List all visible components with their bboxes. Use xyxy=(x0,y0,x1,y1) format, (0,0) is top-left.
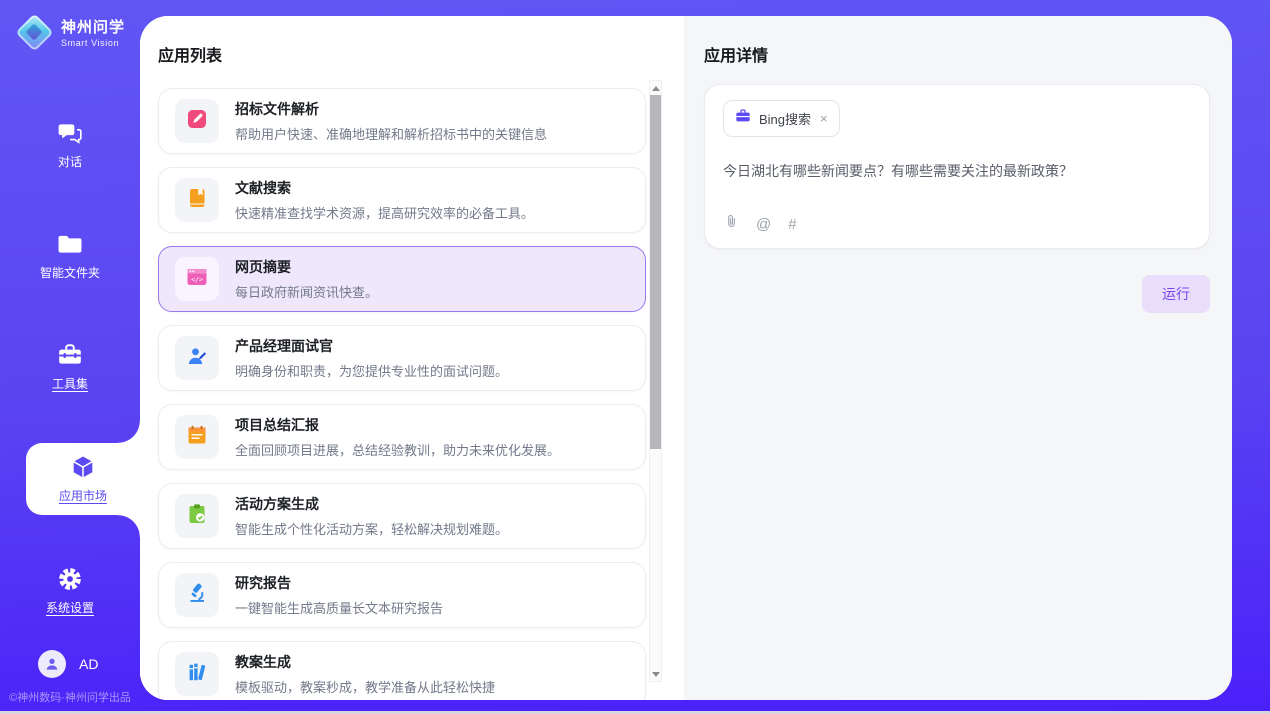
app-card-event-plan[interactable]: 活动方案生成 智能生成个性化活动方案，轻松解决规划难题。 xyxy=(158,483,646,549)
app-icon-tile xyxy=(175,573,219,617)
sidebar-item-settings[interactable]: 系统设置 xyxy=(0,556,140,626)
toolbox-icon xyxy=(57,342,83,368)
app-desc: 模板驱动，教案秒成，教学准备从此轻松快捷 xyxy=(235,677,495,696)
edit-square-icon xyxy=(185,107,209,136)
app-name: 研究报告 xyxy=(235,573,443,593)
briefcase-icon xyxy=(735,108,751,129)
cube-icon xyxy=(70,454,96,480)
sidebar-item-app-market[interactable]: 应用市场 xyxy=(26,443,140,515)
svg-text:</>: </> xyxy=(191,275,203,283)
sidebar-item-label: 对话 xyxy=(58,153,82,170)
books-icon xyxy=(185,660,209,689)
sidebar-item-label: 系统设置 xyxy=(46,599,94,616)
gear-icon xyxy=(57,566,83,592)
app-desc: 一键智能生成高质量长文本研究报告 xyxy=(235,598,443,617)
sidebar-item-label: 工具集 xyxy=(52,375,88,392)
user-initials: AD xyxy=(79,656,98,672)
mention-icon[interactable]: @ xyxy=(756,216,771,233)
app-detail-pane: 应用详情 Bing搜索 × 今日湖北有哪些新闻要点？有哪些需要关注的最新政策？ … xyxy=(684,16,1232,700)
app-icon-tile xyxy=(175,415,219,459)
query-text[interactable]: 今日湖北有哪些新闻要点？有哪些需要关注的最新政策？ xyxy=(723,161,1191,181)
app-icon-tile xyxy=(175,652,219,696)
app-card-lesson-plan[interactable]: 教案生成 模板驱动，教案秒成，教学准备从此轻松快捷 xyxy=(158,641,646,700)
book-icon xyxy=(185,186,209,215)
avatar xyxy=(38,650,66,678)
bing-search-tag[interactable]: Bing搜索 × xyxy=(723,100,840,137)
browser-code-icon: </> xyxy=(185,265,209,294)
app-list-title: 应用列表 xyxy=(158,42,684,66)
brand-logo: 神州问学 Smart Vision xyxy=(0,0,140,50)
hashtag-icon[interactable]: # xyxy=(788,216,796,233)
app-list-pane: 应用列表 招标文件解析 帮助用户快速、准确地理解和解析招标书中的关键信息 xyxy=(140,16,684,700)
app-name: 文献搜索 xyxy=(235,178,534,198)
scrollbar-thumb[interactable] xyxy=(650,95,661,449)
person-writing-icon xyxy=(185,344,209,373)
app-desc: 智能生成个性化活动方案，轻松解决规划难题。 xyxy=(235,519,508,538)
app-card-project-summary[interactable]: 项目总结汇报 全面回顾项目进展，总结经验教训，助力未来优化发展。 xyxy=(158,404,646,470)
brand-name: 神州问学 xyxy=(61,16,125,37)
main-content: 应用列表 招标文件解析 帮助用户快速、准确地理解和解析招标书中的关键信息 xyxy=(140,16,1232,700)
sidebar-nav: 对话 智能文件夹 工具集 应用市场 系统设置 xyxy=(0,110,140,667)
microscope-icon xyxy=(185,581,209,610)
query-editor-card[interactable]: Bing搜索 × 今日湖北有哪些新闻要点？有哪些需要关注的最新政策？ @ # xyxy=(704,84,1210,249)
close-icon[interactable]: × xyxy=(820,111,828,126)
scroll-down-arrow-icon[interactable] xyxy=(650,667,661,681)
app-icon-tile xyxy=(175,99,219,143)
folder-icon xyxy=(57,231,83,257)
sidebar-item-smart-folder[interactable]: 智能文件夹 xyxy=(0,221,140,291)
attachment-icon[interactable] xyxy=(724,213,739,235)
app-name: 招标文件解析 xyxy=(235,99,547,119)
sidebar-item-toolset[interactable]: 工具集 xyxy=(0,332,140,402)
app-desc: 帮助用户快速、准确地理解和解析招标书中的关键信息 xyxy=(235,124,547,143)
app-icon-tile: </> xyxy=(175,257,219,301)
app-name: 活动方案生成 xyxy=(235,494,508,514)
chat-icon xyxy=(57,120,83,146)
editor-toolbar: @ # xyxy=(724,213,797,235)
app-card-research-report[interactable]: 研究报告 一键智能生成高质量长文本研究报告 xyxy=(158,562,646,628)
app-name: 项目总结汇报 xyxy=(235,415,560,435)
app-card-bid-parse[interactable]: 招标文件解析 帮助用户快速、准确地理解和解析招标书中的关键信息 xyxy=(158,88,646,154)
scroll-up-arrow-icon[interactable] xyxy=(650,81,661,95)
app-icon-tile xyxy=(175,336,219,380)
brand-subtitle: Smart Vision xyxy=(61,38,125,48)
sidebar-item-label: 应用市场 xyxy=(59,487,107,504)
app-card-list: 招标文件解析 帮助用户快速、准确地理解和解析招标书中的关键信息 文献搜索 快速精… xyxy=(158,88,646,700)
tag-label: Bing搜索 xyxy=(759,109,811,128)
app-icon-tile xyxy=(175,494,219,538)
copyright-text: ©神州数码·神州问学出品 xyxy=(0,689,140,705)
app-desc: 每日政府新闻资讯快查。 xyxy=(235,282,378,301)
calendar-doc-icon xyxy=(185,423,209,452)
app-icon-tile xyxy=(175,178,219,222)
user-account[interactable]: AD xyxy=(38,650,98,678)
app-card-web-summary[interactable]: </> 网页摘要 每日政府新闻资讯快查。 xyxy=(158,246,646,312)
app-card-pm-interviewer[interactable]: 产品经理面试官 明确身份和职责，为您提供专业性的面试问题。 xyxy=(158,325,646,391)
list-scrollbar[interactable] xyxy=(649,80,662,682)
app-desc: 快速精准查找学术资源，提高研究效率的必备工具。 xyxy=(235,203,534,222)
sidebar-item-label: 智能文件夹 xyxy=(40,264,100,281)
app-card-literature-search[interactable]: 文献搜索 快速精准查找学术资源，提高研究效率的必备工具。 xyxy=(158,167,646,233)
app-name: 教案生成 xyxy=(235,652,495,672)
app-desc: 全面回顾项目进展，总结经验教训，助力未来优化发展。 xyxy=(235,440,560,459)
sidebar-item-chat[interactable]: 对话 xyxy=(0,110,140,180)
app-detail-title: 应用详情 xyxy=(704,42,1210,66)
app-desc: 明确身份和职责，为您提供专业性的面试问题。 xyxy=(235,361,508,380)
sidebar: 神州问学 Smart Vision 对话 智能文件夹 工具集 xyxy=(0,0,140,714)
app-name: 产品经理面试官 xyxy=(235,336,508,356)
clipboard-check-icon xyxy=(185,502,209,531)
brand-diamond-icon xyxy=(16,14,52,50)
app-name: 网页摘要 xyxy=(235,257,378,277)
run-button[interactable]: 运行 xyxy=(1142,275,1210,313)
